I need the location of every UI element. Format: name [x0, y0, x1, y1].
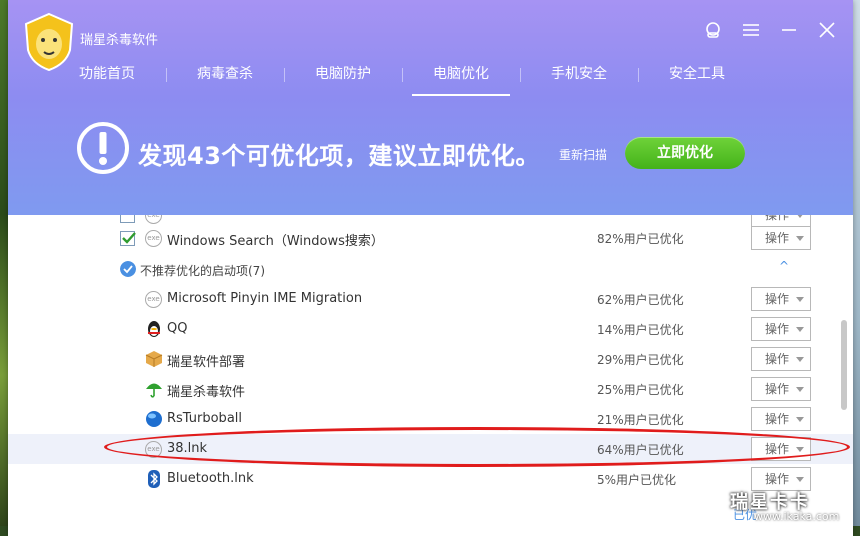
startup-items-list: exe 操作 exe Windows Search（Windows搜索） 82%…: [8, 215, 853, 536]
operation-button[interactable]: 操作: [751, 377, 811, 401]
desktop-background-left: [0, 0, 8, 536]
exclamation-circle-icon: [77, 122, 129, 174]
list-item: RsTurboball 21%用户已优化 操作: [8, 404, 853, 434]
item-name: QQ: [167, 321, 188, 336]
item-name: 38.lnk: [167, 441, 208, 456]
scan-result-headline: 发现43个可优化项，建议立即优化。: [138, 142, 540, 170]
item-optimized-percent: 82%用户已优化: [597, 232, 684, 246]
operation-button[interactable]: 操作: [751, 317, 811, 341]
item-name: Bluetooth.lnk: [167, 471, 254, 486]
tab-security-tools[interactable]: 安全工具: [638, 60, 756, 94]
list-item: Bluetooth.lnk 5%用户已优化 操作: [8, 464, 853, 494]
chevron-down-icon: [796, 297, 804, 302]
operation-button[interactable]: 操作: [751, 226, 811, 250]
collapse-chevron-icon[interactable]: ^: [779, 259, 789, 273]
chevron-down-icon: [796, 417, 804, 422]
checkmark-circle-icon: [120, 261, 136, 277]
operation-button[interactable]: 操作: [751, 437, 811, 461]
chevron-down-icon: [796, 236, 804, 241]
list-item: exe Microsoft Pinyin IME Migration 62%用户…: [8, 284, 853, 314]
main-nav: 功能首页 病毒查杀 电脑防护 电脑优化 手机安全 安全工具: [48, 60, 808, 96]
list-item: 瑞星软件部署 29%用户已优化 操作: [8, 344, 853, 374]
header: 瑞星杀毒软件 功能首页 病毒查杀 电脑防护 电脑优化 手机安全 安全工具 发现4…: [8, 0, 853, 215]
list-item: 瑞星杀毒软件 25%用户已优化 操作: [8, 374, 853, 404]
desktop-background-right: [852, 0, 860, 536]
item-optimized-percent: 62%用户已优化: [597, 293, 684, 307]
list-item: QQ 14%用户已优化 操作: [8, 314, 853, 344]
operation-button[interactable]: 操作: [751, 407, 811, 431]
close-icon[interactable]: [817, 20, 837, 40]
tab-optimize[interactable]: 电脑优化: [402, 60, 520, 96]
item-name: Windows Search（Windows搜索）: [167, 234, 384, 249]
section-header[interactable]: 不推荐优化的启动项(7) ^: [8, 254, 853, 284]
item-name: 瑞星杀毒软件: [167, 385, 246, 400]
item-checkbox-checked[interactable]: [120, 231, 136, 246]
section-label: 不推荐优化的启动项(7): [140, 264, 265, 278]
tab-protection[interactable]: 电脑防护: [284, 60, 402, 94]
item-name: RsTurboball: [167, 411, 243, 426]
item-optimized-percent: 5%用户已优化: [597, 473, 677, 487]
window-controls: [703, 20, 837, 40]
bluetooth-icon: [148, 470, 160, 488]
chevron-down-icon: [796, 357, 804, 362]
user-account-icon[interactable]: [703, 20, 723, 40]
list-item: exe Windows Search（Windows搜索） 82%用户已优化 操…: [8, 223, 853, 253]
app-title: 瑞星杀毒软件: [80, 33, 159, 48]
qq-penguin-icon: [148, 321, 160, 337]
item-optimized-percent: 25%用户已优化: [597, 383, 684, 397]
item-checkbox[interactable]: [120, 215, 135, 223]
optimized-items-link[interactable]: 已优: [733, 506, 757, 523]
tab-virus-scan[interactable]: 病毒查杀: [166, 60, 284, 94]
blue-ball-icon: [146, 411, 162, 427]
item-name: Microsoft Pinyin IME Migration: [167, 291, 363, 306]
rescan-link[interactable]: 重新扫描: [559, 146, 607, 163]
exe-icon: exe: [145, 441, 162, 458]
chevron-down-icon: [796, 447, 804, 452]
operation-button[interactable]: 操作: [751, 467, 811, 491]
chevron-down-icon: [796, 477, 804, 482]
scrollbar-thumb[interactable]: [841, 320, 847, 410]
vertical-scrollbar[interactable]: [841, 215, 847, 536]
chevron-down-icon: [796, 327, 804, 332]
exe-icon: exe: [145, 291, 162, 308]
item-optimized-percent: 21%用户已优化: [597, 413, 684, 427]
package-box-icon: [145, 351, 163, 367]
exe-icon: exe: [145, 230, 162, 247]
list-item-highlighted: exe 38.lnk 64%用户已优化 操作: [8, 434, 853, 464]
chevron-down-icon: [796, 387, 804, 392]
item-name: 瑞星软件部署: [167, 355, 246, 370]
operation-button[interactable]: 操作: [751, 287, 811, 311]
item-optimized-percent: 29%用户已优化: [597, 353, 684, 367]
minimize-icon[interactable]: [779, 20, 799, 40]
app-window: 瑞星杀毒软件 功能首页 病毒查杀 电脑防护 电脑优化 手机安全 安全工具 发现4…: [8, 0, 853, 536]
tab-mobile-security[interactable]: 手机安全: [520, 60, 638, 94]
green-umbrella-icon: [146, 383, 162, 398]
menu-list-icon[interactable]: [741, 20, 761, 40]
optimize-now-button[interactable]: 立即优化: [625, 137, 745, 169]
tab-home[interactable]: 功能首页: [48, 60, 166, 94]
item-optimized-percent: 14%用户已优化: [597, 323, 684, 337]
item-optimized-percent: 64%用户已优化: [597, 443, 684, 457]
operation-button[interactable]: 操作: [751, 347, 811, 371]
